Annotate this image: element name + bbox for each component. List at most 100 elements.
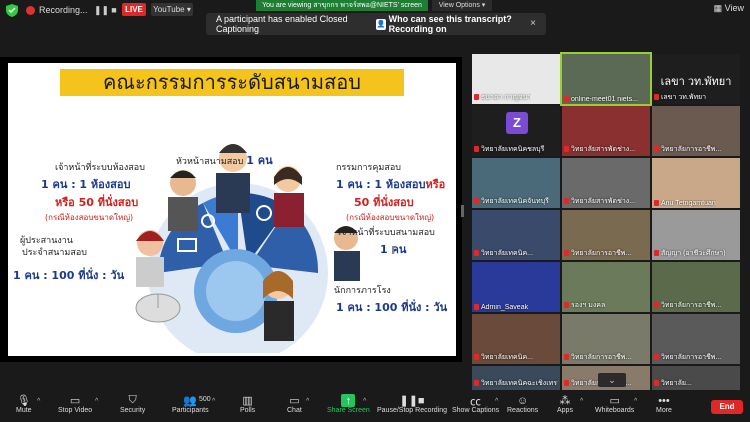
room-staff-label: เจ้าหน้าที่ระบบห้องสอบ: [55, 163, 145, 173]
participant-name-text: รองฯ มงคล: [571, 302, 606, 309]
participant-tile[interactable]: วิทยาลัย...: [652, 366, 740, 390]
polls-button[interactable]: ▥ Polls: [240, 394, 255, 414]
participant-tile[interactable]: วิทยาลัยเทคนิค...: [472, 314, 560, 364]
participant-name: วิทยาลัยเทคนิคจันทบุรี: [474, 196, 549, 207]
participant-name-text: วิทยาลัยสารพัดช่าง...: [571, 146, 636, 153]
participant-tile[interactable]: วิทยาลัยการอาชีพ...: [562, 314, 650, 364]
notification-text: A participant has enabled Closed Caption…: [216, 14, 348, 34]
apps-button[interactable]: ⁂ Apps: [557, 394, 573, 414]
proctor-or: หรือ: [425, 178, 446, 191]
participant-name: วิทยาลัยสารพัดช่าง...: [564, 196, 635, 207]
slide-title: คณะกรรมการระดับสนามสอบ: [60, 69, 404, 96]
proctor-ratio-row: 1 คน : 1 ห้องสอบหรือ: [336, 175, 445, 193]
view-button[interactable]: ▦ View: [714, 3, 744, 14]
participant-name-text: สัญญา (อาชีวะศึกษา): [661, 250, 726, 257]
chat-options-caret[interactable]: ^: [306, 398, 309, 405]
participant-name-text: Anu Tetngamtuan: [661, 200, 716, 207]
muted-microphone-icon: [564, 354, 569, 361]
participant-name-text: วิทยาลัยเทคนิค...: [481, 354, 533, 361]
participant-tile[interactable]: วิทยาลัยสารพัดช่าง...: [562, 158, 650, 208]
view-options-button[interactable]: View Options ▾: [432, 0, 492, 11]
muted-microphone-icon: [564, 146, 569, 153]
muted-microphone-icon: [654, 250, 659, 257]
more-button[interactable]: ••• More: [656, 394, 672, 415]
participant-tile[interactable]: Anu Tetngamtuan: [652, 158, 740, 208]
share-screen-icon: ↑: [341, 394, 356, 407]
participant-tile[interactable]: วิทยาลัยการอาชีพ...: [652, 106, 740, 156]
mute-label: Mute: [16, 407, 32, 414]
microphone-icon: 🎙: [16, 395, 31, 407]
close-icon[interactable]: ×: [530, 18, 536, 29]
youtube-dropdown[interactable]: YouTube ▾: [151, 3, 193, 16]
chevron-down-icon: ⌄: [608, 375, 616, 385]
participant-name-text: Admin_Saveak: [481, 304, 529, 311]
apps-icon: ⁂: [559, 395, 571, 407]
chat-label: Chat: [287, 407, 302, 414]
show-captions-button[interactable]: ㏄ Show Captions: [452, 394, 500, 415]
muted-microphone-icon: [564, 198, 569, 205]
reactions-label: Reactions: [507, 407, 539, 414]
participant-tile[interactable]: วิทยาลัยสารพัดช่าง...: [562, 106, 650, 156]
pause-icon[interactable]: ❚❚: [94, 4, 109, 16]
muted-microphone-icon: [474, 94, 479, 101]
resize-handle[interactable]: [461, 205, 464, 217]
gallery-scroll-button[interactable]: ⌄: [598, 373, 626, 387]
participant-name-text: วิทยาลัยเทคนิคฉะเชิงเทรา: [481, 380, 558, 387]
participant-name: วิทยาลัยเทคนิค...: [474, 248, 533, 259]
chat-button[interactable]: ▭ Chat: [287, 394, 302, 414]
participant-tile[interactable]: วิทยาลัยการอาชีพ...: [652, 314, 740, 364]
muted-microphone-icon: [474, 354, 479, 361]
participant-tile[interactable]: วิทยาลัยเทคนิค...: [472, 210, 560, 260]
reactions-button[interactable]: ☺ Reactions: [507, 394, 539, 415]
participants-label: Participants: [172, 407, 209, 414]
participant-tile[interactable]: online-meet01 niets...: [560, 52, 652, 106]
captions-icon: ㏄: [470, 395, 482, 408]
participant-tile[interactable]: Admin_Saveak: [472, 262, 560, 312]
stop-video-button[interactable]: ▭ Stop Video: [58, 394, 92, 414]
participant-tile[interactable]: วิทยาลัยการอาชีพ...: [562, 210, 650, 260]
participants-options-caret[interactable]: ^: [212, 398, 215, 405]
audio-options-caret[interactable]: ^: [37, 398, 40, 405]
more-icon: •••: [658, 394, 670, 407]
coordinator-ratio: 1 คน : 100 ที่นั่ง : วัน: [13, 269, 125, 282]
stop-icon[interactable]: ■: [108, 4, 120, 16]
apps-options-caret[interactable]: ^: [580, 398, 583, 405]
participant-name-text: วิทยาลัยเทคนิคชลบุรี: [481, 146, 545, 153]
video-options-caret[interactable]: ^: [95, 398, 98, 405]
participant-name: Anu Tetngamtuan: [654, 200, 716, 207]
whiteboards-button[interactable]: ▭ Whiteboards: [595, 394, 634, 414]
captions-options-caret[interactable]: ^: [495, 398, 498, 405]
share-options-caret[interactable]: ^: [363, 398, 366, 405]
video-camera-icon: ▭: [69, 395, 81, 407]
live-badge[interactable]: LIVE: [122, 3, 146, 16]
muted-microphone-icon: [474, 304, 479, 311]
whiteboard-options-caret[interactable]: ^: [634, 398, 637, 405]
participant-name: Admin_Saveak: [474, 304, 528, 311]
security-button[interactable]: ⛉ Security: [120, 394, 145, 414]
recording-dot-icon: [26, 5, 35, 15]
muted-microphone-icon: [654, 354, 659, 361]
transcript-link[interactable]: 👤 Who can see this transcript? Recording…: [376, 14, 546, 34]
mute-button[interactable]: 🎙 Mute: [16, 394, 32, 414]
participant-tile[interactable]: เลขา วท.พัทยา เลขา วท.พัทยา: [652, 54, 740, 104]
participant-tile[interactable]: Z วิทยาลัยเทคนิคชลบุรี: [472, 106, 560, 156]
show-captions-label: Show Captions: [452, 407, 500, 414]
proctor-note: (กรณีห้องสอบขนาดใหญ่): [346, 213, 435, 222]
view-options-label: View Options: [438, 2, 480, 9]
caption-notification: A participant has enabled Closed Caption…: [206, 13, 546, 35]
mouse-cursor-icon: [392, 246, 398, 254]
room-staff-note: (กรณีห้องสอบขนาดใหญ่): [45, 213, 134, 222]
shield-icon[interactable]: [6, 4, 18, 17]
end-button[interactable]: End: [711, 400, 743, 414]
pause-recording-button[interactable]: ❚❚■ Pause/Stop Recording: [377, 394, 447, 414]
participant-tile[interactable]: วิทยาลัยการอาชีพ...: [652, 262, 740, 312]
muted-microphone-icon: [654, 200, 659, 207]
participant-tile[interactable]: ธนาดา กาญจนา: [472, 54, 560, 104]
share-screen-label: Share Screen: [327, 407, 370, 414]
participant-tile[interactable]: รองฯ มงคล: [562, 262, 650, 312]
participant-name: วิทยาลัย...: [654, 378, 692, 389]
participant-tile[interactable]: วิทยาลัยเทคนิคจันทบุรี: [472, 158, 560, 208]
participant-tile[interactable]: สัญญา (อาชีวะศึกษา): [652, 210, 740, 260]
share-banner: You are viewing สาขุกกร พาจร์สพอ@NIETS' …: [256, 0, 428, 11]
participant-tile[interactable]: วิทยาลัยเทคนิคฉะเชิงเทรา: [472, 366, 560, 390]
